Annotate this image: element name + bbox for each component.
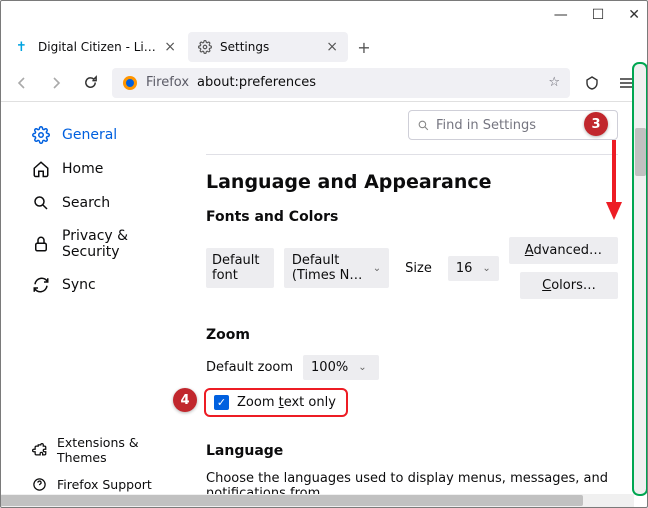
tab-settings[interactable]: Settings × — [188, 32, 348, 62]
advanced-fonts-button[interactable]: AAdvanced…dvanced… — [509, 237, 618, 264]
settings-icon — [198, 40, 212, 54]
lock-icon — [32, 235, 50, 253]
tab-close-icon[interactable]: × — [164, 39, 176, 55]
annotation-highlight-box — [204, 388, 348, 417]
tab-title: Settings — [220, 40, 318, 54]
sidebar-item-label: Sync — [62, 277, 96, 293]
main-panel: Find in Settings Language and Appearance… — [188, 102, 648, 508]
search-icon — [32, 194, 50, 212]
favicon-icon: ✝ — [16, 40, 30, 54]
chevron-down-icon: ⌄ — [482, 263, 490, 274]
sidebar-bottom-label: Firefox Support — [57, 477, 152, 492]
annotation-badge-3: 3 — [584, 112, 608, 136]
section-heading: Language and Appearance — [206, 171, 618, 193]
zoom-heading: Zoom — [206, 327, 618, 343]
vertical-scrollbar[interactable] — [634, 64, 647, 494]
default-zoom-label: Default zoom — [206, 360, 293, 375]
pocket-icon[interactable] — [580, 71, 604, 95]
gear-icon — [32, 126, 50, 144]
tab-strip: ✝ Digital Citizen - Life in a digital × … — [0, 30, 648, 64]
default-font-select[interactable]: Default (Times N… ⌄ — [284, 248, 389, 288]
chevron-down-icon: ⌄ — [373, 263, 381, 274]
url-text: about:preferences — [197, 75, 316, 90]
colors-button[interactable]: Colors… — [520, 272, 618, 299]
default-font-label: Default font — [206, 248, 274, 288]
sidebar-item-label: General — [62, 127, 117, 143]
home-icon — [32, 160, 50, 178]
sidebar-extensions-link[interactable]: Extensions & Themes — [24, 429, 182, 471]
reload-button[interactable] — [78, 71, 102, 95]
sidebar-item-label: Home — [62, 161, 103, 177]
sidebar-item-sync[interactable]: Sync — [24, 268, 182, 302]
horizontal-scrollbar[interactable] — [0, 494, 634, 507]
default-zoom-select[interactable]: 100% ⌄ — [303, 355, 379, 380]
chevron-down-icon: ⌄ — [358, 362, 366, 373]
window-maximize-icon[interactable]: ☐ — [592, 7, 605, 23]
forward-button[interactable] — [44, 71, 68, 95]
sidebar: General Home Search Privacy & Security S… — [0, 102, 188, 508]
window-minimize-icon[interactable]: — — [554, 7, 568, 23]
fonts-heading: Fonts and Colors — [206, 209, 618, 225]
back-button[interactable] — [10, 71, 34, 95]
sidebar-bottom-label: Extensions & Themes — [57, 435, 174, 465]
help-icon — [32, 477, 47, 492]
sync-icon — [32, 276, 50, 294]
sidebar-item-label: Privacy & Security — [62, 228, 174, 260]
search-placeholder: Find in Settings — [436, 118, 536, 133]
address-bar[interactable]: Firefox about:preferences ☆ — [112, 68, 570, 98]
annotation-arrow-icon — [604, 140, 624, 224]
font-size-label: Size — [399, 256, 438, 281]
tab-close-icon[interactable]: × — [326, 39, 338, 55]
language-heading: Language — [206, 443, 618, 459]
sidebar-item-search[interactable]: Search — [24, 186, 182, 220]
sidebar-item-label: Search — [62, 195, 110, 211]
tab-title: Digital Citizen - Life in a digital — [38, 40, 156, 54]
sidebar-item-privacy[interactable]: Privacy & Security — [24, 220, 182, 268]
annotation-badge-4: 4 — [173, 388, 197, 412]
url-prefix: Firefox — [146, 75, 189, 90]
tab-digital-citizen[interactable]: ✝ Digital Citizen - Life in a digital × — [6, 32, 186, 62]
font-size-select[interactable]: 16 ⌄ — [448, 256, 499, 281]
new-tab-button[interactable]: + — [350, 33, 378, 61]
window-close-icon[interactable]: ✕ — [628, 7, 640, 23]
firefox-icon — [122, 75, 138, 91]
puzzle-icon — [32, 443, 47, 458]
sidebar-item-home[interactable]: Home — [24, 152, 182, 186]
bookmark-star-icon[interactable]: ☆ — [548, 75, 560, 90]
toolbar: Firefox about:preferences ☆ — [0, 64, 648, 102]
sidebar-item-general[interactable]: General — [24, 118, 182, 152]
